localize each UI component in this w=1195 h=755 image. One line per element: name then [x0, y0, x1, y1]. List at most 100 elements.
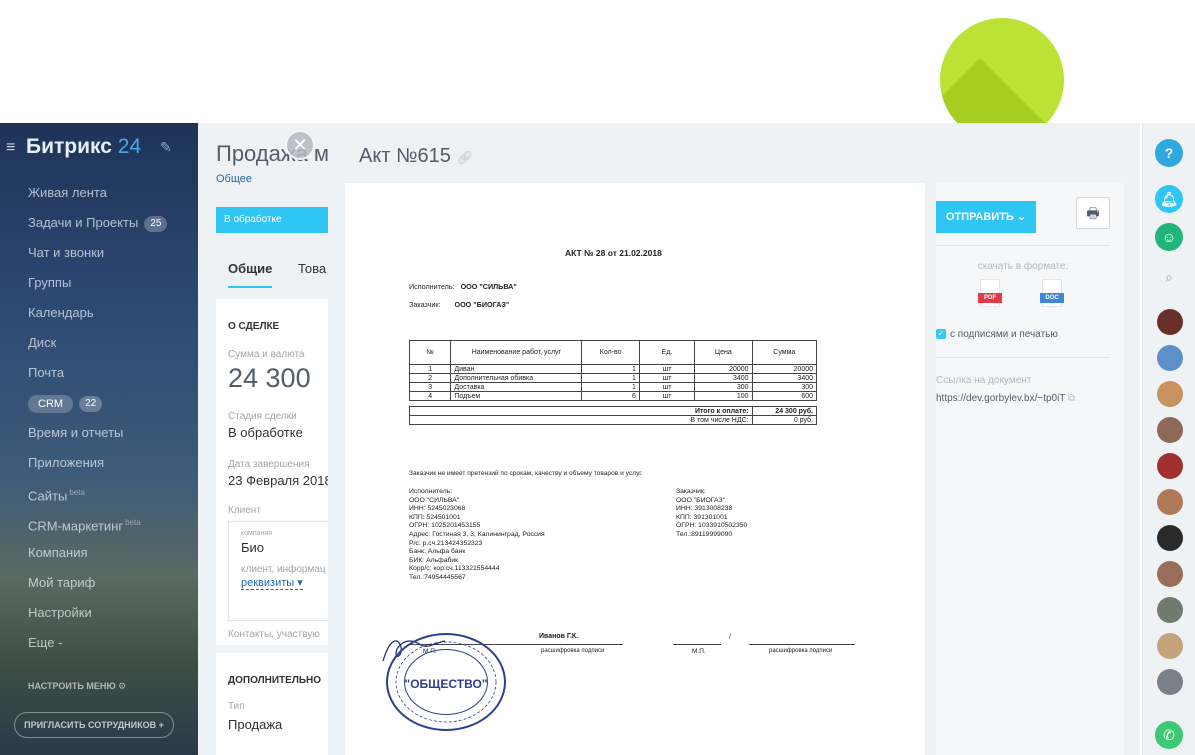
- checkbox-checked-icon: ✓: [936, 329, 946, 340]
- signature-decode-label: расшифровка подписи: [541, 648, 605, 654]
- document-preview: АКТ № 28 от 21.02.2018 Исполнитель: ООО …: [345, 183, 925, 755]
- column-header: Ед.: [638, 340, 696, 365]
- avatar[interactable]: [1157, 633, 1183, 659]
- requisite-line: ООО "СИЛЬВА": [409, 496, 460, 504]
- section-heading: ДОПОЛНИТЕЛЬНО: [228, 675, 322, 686]
- document-link[interactable]: https://dev.gorbylev.bx/~tp0iT ⧉: [936, 393, 1075, 404]
- sidebar-item-company[interactable]: Компания: [0, 538, 198, 568]
- field-label: Клиент: [228, 505, 261, 516]
- requisite-line: Тел.:89119999090: [676, 530, 733, 538]
- table-cell: 1: [581, 382, 640, 392]
- avatar[interactable]: [1157, 669, 1183, 695]
- bell-icon[interactable]: 🔔︎: [1155, 185, 1183, 213]
- sidebar-item-calendar[interactable]: Календарь: [0, 298, 198, 328]
- link-icon[interactable]: 🔗︎: [457, 150, 474, 165]
- avatar[interactable]: [1157, 417, 1183, 443]
- requisites-label: реквизиты: [241, 577, 295, 589]
- avatar[interactable]: [1157, 525, 1183, 551]
- avatar[interactable]: [1157, 453, 1183, 479]
- signatures-checkbox[interactable]: ✓ с подписями и печатью: [936, 329, 1058, 340]
- chat-icon[interactable]: ☺: [1155, 223, 1183, 251]
- requisite-line: ИНН: 5245023068: [409, 505, 466, 513]
- company-seal: "ОБЩЕСТВО": [386, 633, 506, 731]
- beta-badge: beta: [125, 518, 141, 527]
- requisites-link[interactable]: реквизиты ▾: [241, 576, 303, 590]
- sidebar-item-apps[interactable]: Приложения: [0, 448, 198, 478]
- sidebar-item-crm[interactable]: CRM 22: [0, 388, 198, 418]
- avatar[interactable]: [1157, 597, 1183, 623]
- avatar[interactable]: [1157, 489, 1183, 515]
- sidebar-item-label: Мой тариф: [28, 575, 96, 590]
- table-cell: Дополнительная обивка: [450, 373, 583, 383]
- logo-number: 24: [117, 135, 142, 158]
- sidebar-item-label: Задачи и Проекты: [28, 215, 139, 230]
- sidebar-item-tasks[interactable]: Задачи и Проекты 25: [0, 208, 198, 238]
- slash-mark: /: [729, 634, 731, 641]
- avatar[interactable]: [1157, 309, 1183, 335]
- checkbox-label: с подписями и печатью: [950, 329, 1058, 340]
- table-header-row: № Наименование работ, услуг Кол-во Ед. Ц…: [408, 340, 818, 365]
- doc-tag: DOC: [1040, 293, 1064, 303]
- sidebar-item-label: CRM-маркетинг: [28, 518, 124, 534]
- document-link-label: Ссылка на документ: [936, 375, 1032, 386]
- stage-progress-bar[interactable]: В обработке: [216, 207, 338, 233]
- tab-goods[interactable]: Това: [298, 261, 326, 276]
- document-title: Акт №615: [359, 145, 451, 167]
- customer-label: Заказчик:: [409, 300, 441, 309]
- doc-file-icon[interactable]: DOC: [1040, 279, 1064, 309]
- close-icon[interactable]: ✕: [285, 130, 315, 160]
- sidebar-item-label: Сайты: [28, 488, 68, 504]
- invite-users-button[interactable]: ПРИГЛАСИТЬ СОТРУДНИКОВ +: [14, 712, 174, 738]
- search-icon[interactable]: ⌕: [1155, 263, 1183, 291]
- table-cell: 3400: [694, 373, 753, 383]
- caret-down-icon: ▾: [297, 577, 303, 589]
- table-row: 1 Диван 1 шт 20000 20000: [408, 364, 818, 374]
- sidebar-item-settings[interactable]: Настройки: [0, 598, 198, 628]
- table-cell: шт: [638, 382, 696, 392]
- tab-general[interactable]: Общие: [228, 261, 273, 288]
- pencil-icon[interactable]: ✎: [160, 139, 172, 156]
- table-cell: 100: [694, 391, 753, 401]
- executor-requisites: Исполнитель: ООО "СИЛЬВА" ИНН: 524502306…: [409, 488, 609, 583]
- phone-icon[interactable]: ✆: [1155, 721, 1183, 749]
- sidebar-item-label: Приложения: [28, 455, 105, 470]
- customer-value: ООО "БИОГАЗ": [454, 300, 510, 309]
- company-value[interactable]: Био: [241, 540, 264, 555]
- gear-icon: ⚙: [118, 681, 127, 691]
- logo-text: Битрикс: [26, 135, 112, 158]
- avatar[interactable]: [1157, 381, 1183, 407]
- sidebar-item-groups[interactable]: Группы: [0, 268, 198, 298]
- send-button[interactable]: ОТПРАВИТЬ ⌄: [936, 201, 1036, 233]
- print-icon[interactable]: 🖶︎: [1076, 197, 1110, 229]
- external-link-icon: ⧉: [1068, 393, 1076, 404]
- sidebar-item-feed[interactable]: Живая лента: [0, 178, 198, 208]
- sidebar-item-chat[interactable]: Чат и звонки: [0, 238, 198, 268]
- avatar[interactable]: [1157, 345, 1183, 371]
- contacts-label: Контакты, участвую: [228, 629, 320, 640]
- sidebar-item-label: CRM: [28, 395, 74, 413]
- deal-category-link[interactable]: Общее: [216, 173, 252, 185]
- table-cell: 4: [408, 391, 452, 401]
- sidebar-item-tariff[interactable]: Мой тариф: [0, 568, 198, 598]
- pdf-file-icon[interactable]: PDF: [978, 279, 1002, 309]
- sidebar-menu: Живая лента Задачи и Проекты 25 Чат и зво…: [0, 178, 198, 658]
- sidebar-item-disk[interactable]: Диск: [0, 328, 198, 358]
- sidebar-item-mail[interactable]: Почта: [0, 358, 198, 388]
- field-label: Дата завершения: [228, 459, 310, 470]
- sidebar-item-crm-marketing[interactable]: CRM-маркетинг beta: [0, 508, 198, 538]
- left-sidebar: ≡ Битрикс 24 ✎ Живая лента Задачи и Прое…: [0, 123, 198, 755]
- logo[interactable]: Битрикс 24: [26, 135, 141, 159]
- requisite-line: КПП: 391301001: [676, 513, 728, 521]
- configure-menu-link[interactable]: НАСТРОИТЬ МЕНЮ ⚙: [28, 681, 126, 692]
- table-cell: шт: [638, 364, 696, 374]
- sidebar-item-sites[interactable]: Сайты beta: [0, 478, 198, 508]
- sidebar-item-time[interactable]: Время и отчеты: [0, 418, 198, 448]
- requisite-line: Исполнитель:: [409, 488, 453, 495]
- menu-icon[interactable]: ≡: [6, 139, 18, 157]
- bitrix-app: ≡ Битрикс 24 ✎ Живая лента Задачи и Прое…: [0, 123, 1195, 755]
- pdf-tag: PDF: [978, 293, 1002, 303]
- requisite-line: БИК: Альфабик: [409, 556, 459, 564]
- avatar[interactable]: [1157, 561, 1183, 587]
- help-icon[interactable]: ?: [1155, 139, 1183, 167]
- sidebar-item-more[interactable]: Еще -: [0, 628, 198, 658]
